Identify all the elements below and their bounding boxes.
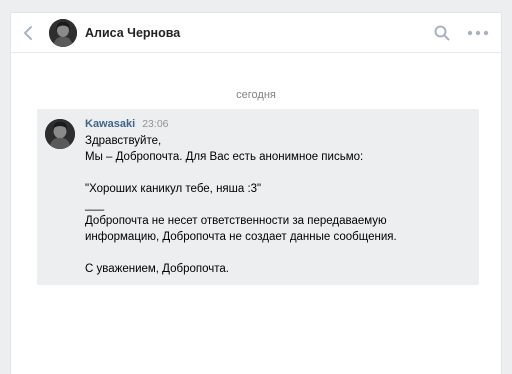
message-item[interactable]: Kawasaki 23:06 Здравствуйте, Мы – Доброп… (37, 109, 479, 285)
chat-title[interactable]: Алиса Чернова (85, 26, 180, 40)
message-line: "Хороших каникул тебе, няша :3" (85, 183, 262, 195)
message-header: Kawasaki 23:06 (85, 118, 169, 130)
sender-avatar[interactable] (45, 119, 75, 149)
back-button[interactable] (21, 23, 37, 43)
avatar[interactable] (49, 19, 77, 47)
more-horizontal-icon (467, 30, 489, 36)
message-time[interactable]: 23:06 (142, 118, 168, 130)
message-line: информацию, Добропочта не создает данные… (85, 231, 397, 243)
chevron-left-icon (24, 26, 32, 40)
chat-window: Алиса Чернова сегодня Kawasaki 23:06 Здр… (10, 12, 502, 374)
message-line: ___ (85, 199, 105, 211)
message-line: Добропочта не несет ответственности за п… (85, 215, 387, 227)
message-line (85, 245, 473, 261)
message-line: Мы – Добропочта. Для Вас есть анонимное … (85, 151, 364, 163)
date-separator: сегодня (236, 89, 276, 101)
chat-header: Алиса Чернова (11, 13, 501, 53)
message-line: Здравствуйте, (85, 135, 162, 147)
more-button[interactable] (467, 24, 489, 42)
message-text: Здравствуйте, Мы – Добропочта. Для Вас е… (85, 133, 473, 277)
avatar-image (49, 19, 77, 47)
message-line (85, 165, 473, 181)
search-button[interactable] (433, 24, 451, 42)
avatar-image (45, 119, 75, 149)
message-line: С уважением, Добропочта. (85, 263, 229, 275)
sender-name[interactable]: Kawasaki (85, 118, 135, 130)
search-icon (434, 25, 450, 41)
